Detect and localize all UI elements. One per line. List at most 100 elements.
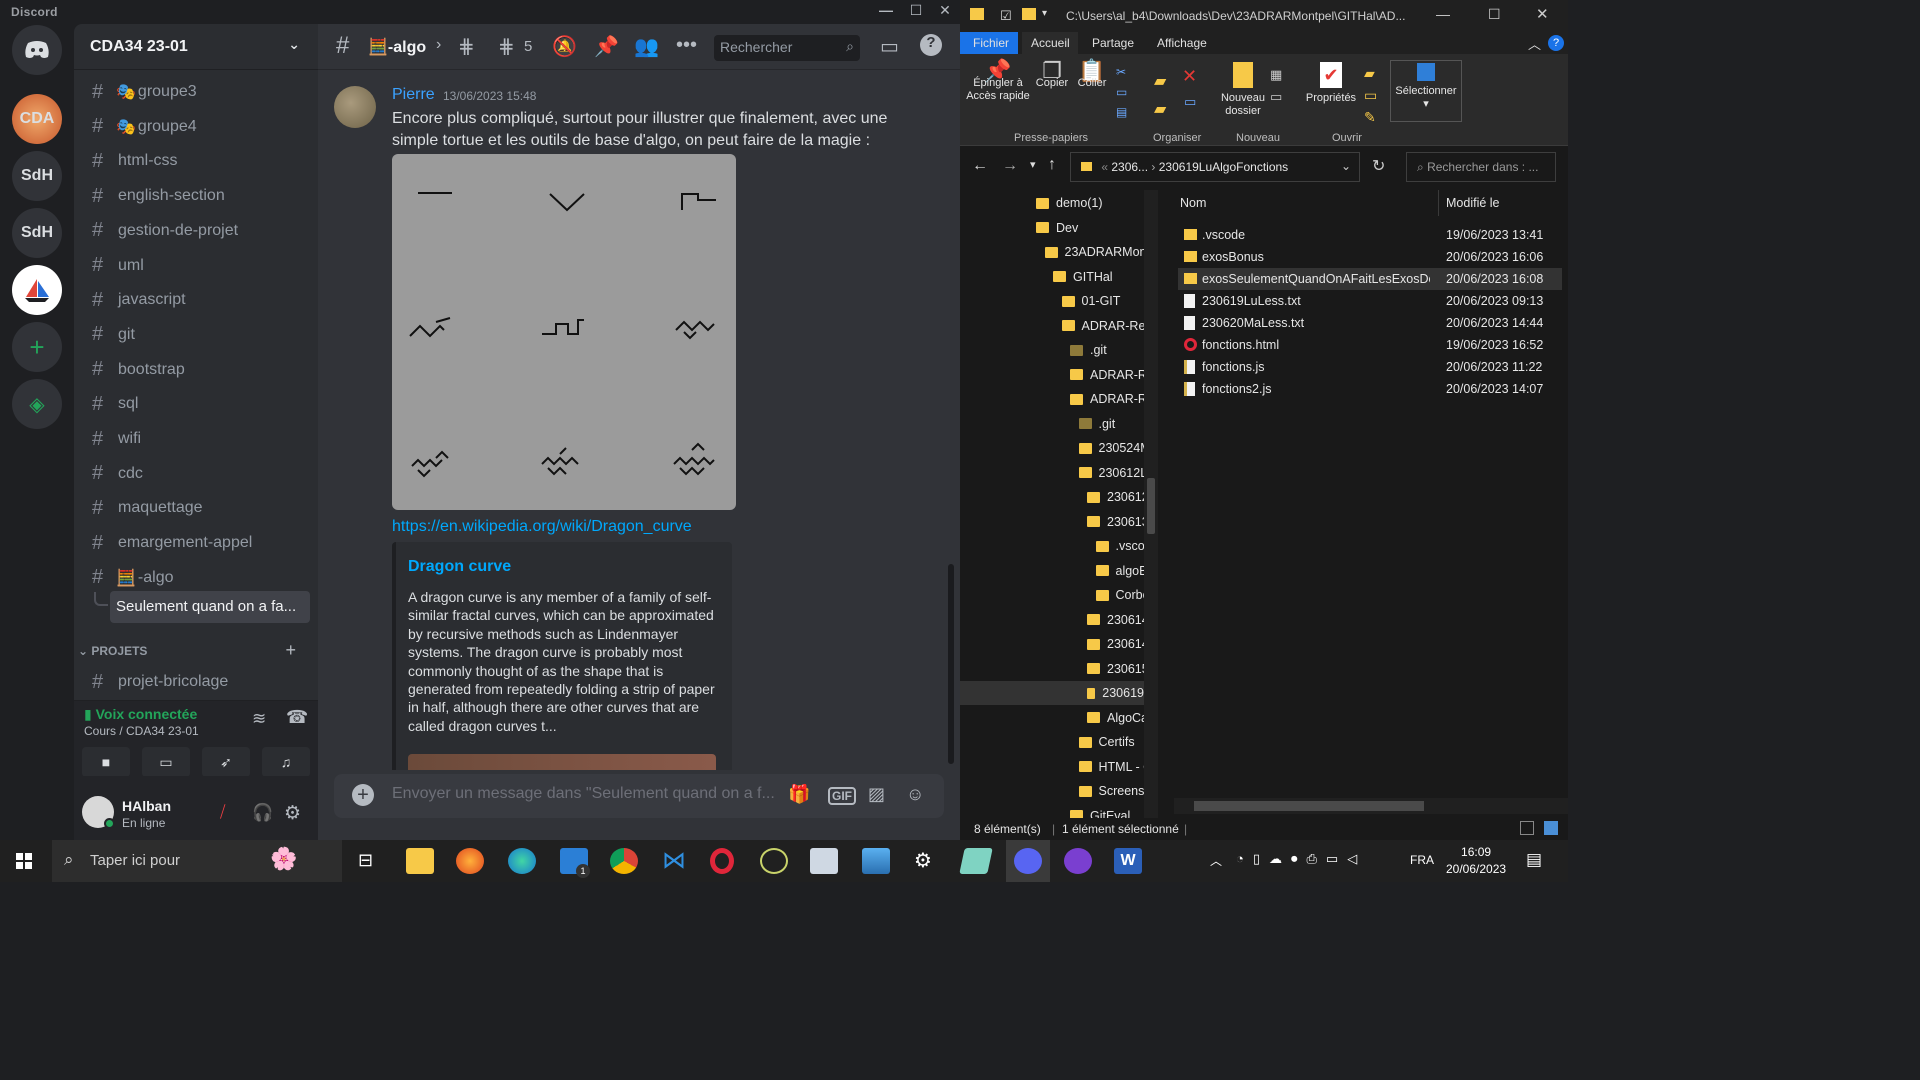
tree-item[interactable]: 230615: [1087, 657, 1144, 681]
help-icon[interactable]: ?: [1548, 35, 1564, 51]
tab-fichier[interactable]: Fichier: [973, 36, 1009, 50]
file-row[interactable]: .vscode 19/06/2023 13:41: [1178, 224, 1562, 246]
server-cda34-icon[interactable]: CDA: [12, 94, 62, 144]
user-name[interactable]: HAlban: [122, 798, 171, 814]
channel-item[interactable]: # git: [82, 319, 310, 351]
tree-item[interactable]: ADRAR-Rep: [1061, 314, 1144, 338]
server-sdh-2[interactable]: SdH: [12, 208, 62, 258]
open-icons[interactable]: ▰ ▭ ✎: [1364, 62, 1377, 128]
tree-item[interactable]: 230612L: [1078, 461, 1144, 485]
voice-channel-link[interactable]: Cours / CDA34 23-01: [84, 724, 199, 738]
up-arrow-icon[interactable]: ↑: [1048, 156, 1056, 174]
column-name[interactable]: Nom: [1180, 196, 1206, 210]
noise-suppression-icon[interactable]: ≋: [252, 709, 266, 729]
edge-taskbar-icon[interactable]: [508, 848, 536, 874]
sticker-icon[interactable]: ▨: [868, 784, 885, 805]
cut-copypath-icons[interactable]: ✂ ▭ ▤: [1116, 62, 1127, 122]
select-button[interactable]: Sélectionner ▾: [1390, 60, 1462, 122]
new-folder-button[interactable]: Nouveau dossier: [1216, 62, 1270, 118]
tree-item[interactable]: 23ADRARMont: [1044, 240, 1144, 264]
close-icon[interactable]: ✕: [931, 2, 959, 19]
windows-start-icon[interactable]: [16, 853, 32, 869]
emoji-icon[interactable]: ☺: [906, 784, 924, 805]
pin-icon[interactable]: 📌: [594, 34, 619, 59]
file-row[interactable]: fonctions2.js 20/06/2023 14:07: [1178, 378, 1562, 400]
thread-item[interactable]: Seulement quand on a fa...: [110, 591, 310, 623]
tree-item[interactable]: 230614: [1087, 632, 1144, 656]
copy-button[interactable]: ❐ Copier: [1032, 60, 1072, 90]
vscode-taskbar-icon[interactable]: ⋈: [660, 848, 688, 874]
mic-muted-icon[interactable]: ⧸: [220, 804, 225, 822]
file-row[interactable]: fonctions.html 19/06/2023 16:52: [1178, 334, 1562, 356]
chevron-up-icon[interactable]: ︿: [1210, 852, 1222, 869]
tree-item[interactable]: .vscoc: [1095, 534, 1144, 558]
breadcrumb-parent[interactable]: 2306...: [1111, 160, 1148, 174]
gif-button[interactable]: GIF: [828, 787, 856, 805]
tree-item[interactable]: Corbe: [1095, 583, 1144, 607]
more-options-icon[interactable]: •••: [676, 34, 697, 57]
close-icon[interactable]: ✕: [1536, 5, 1549, 23]
tab-partage[interactable]: Partage: [1092, 36, 1134, 50]
horizontal-scrollbar[interactable]: [1174, 798, 1568, 814]
file-explorer-taskbar-icon[interactable]: [406, 848, 434, 874]
message-composer[interactable]: + Envoyer un message dans "Seulement qua…: [334, 774, 944, 818]
tab-accueil[interactable]: Accueil: [1031, 36, 1070, 50]
pin-quick-access-button[interactable]: 📌 Épingler à Accès rapide: [964, 60, 1032, 103]
mail-taskbar-icon[interactable]: 1: [560, 848, 590, 878]
wikipedia-link[interactable]: https://en.wikipedia.org/wiki/Dragon_cur…: [392, 518, 692, 536]
column-modified[interactable]: Modifié le: [1446, 196, 1500, 210]
tray-icons[interactable]: ◔▯☁⏺⎙▭◁: [1236, 851, 1366, 867]
tree-item[interactable]: .git: [1070, 338, 1107, 362]
gift-icon[interactable]: 🎁: [788, 784, 810, 805]
add-server-icon[interactable]: +: [12, 322, 62, 372]
explorer-search-input[interactable]: ⌕ Rechercher dans : ...: [1406, 152, 1556, 182]
channel-item[interactable]: # maquettage: [82, 492, 310, 524]
tree-item[interactable]: 01-GIT: [1061, 289, 1120, 313]
embed-title[interactable]: Dragon curve: [408, 558, 511, 576]
properties-button[interactable]: ✔ Propriétés: [1304, 62, 1358, 105]
camera-icon[interactable]: ■: [82, 747, 130, 777]
discord-home-icon[interactable]: [12, 25, 62, 75]
maximize-icon[interactable]: ☐: [1488, 6, 1501, 23]
channel-item[interactable]: # 🧮 -algo: [82, 562, 310, 594]
channel-item[interactable]: # uml: [82, 250, 310, 282]
tiles-view-icon[interactable]: [1544, 821, 1558, 835]
tree-item[interactable]: ADRAR-Re: [1070, 363, 1144, 387]
word-taskbar-icon[interactable]: W: [1114, 848, 1142, 874]
tree-item[interactable]: Certifs: [1078, 730, 1135, 754]
disconnect-icon[interactable]: ☎: [286, 707, 308, 728]
channel-item[interactable]: # html-css: [82, 145, 310, 177]
explore-compass-icon[interactable]: ◈: [12, 379, 62, 429]
tree-item[interactable]: ADRAR-Re: [1070, 387, 1144, 411]
server-header[interactable]: CDA34 23-01 ⌄: [74, 24, 318, 70]
move-copy-to-icons[interactable]: ▰ ▰: [1154, 68, 1166, 124]
horizontal-scrollbar-thumb[interactable]: [1194, 801, 1424, 811]
file-row[interactable]: fonctions.js 20/06/2023 11:22: [1178, 356, 1562, 378]
breadcrumb-current[interactable]: 230619LuAlgoFonctions: [1159, 160, 1288, 174]
tree-item[interactable]: Dev: [1036, 216, 1078, 240]
photos-taskbar-icon[interactable]: [862, 848, 890, 874]
dragon-curve-image[interactable]: [392, 154, 736, 510]
chat-scrollbar[interactable]: [948, 564, 954, 764]
embed-thumbnail[interactable]: [408, 754, 716, 770]
minimize-icon[interactable]: —: [1436, 6, 1450, 22]
tab-affichage[interactable]: Affichage: [1157, 36, 1207, 50]
chevron-down-icon[interactable]: ⌄: [1341, 159, 1351, 173]
file-row[interactable]: exosSeulementQuandOnAFaitLesExosDe... 20/…: [1178, 268, 1562, 290]
collapse-ribbon-icon[interactable]: ︿: [1528, 34, 1541, 53]
minimize-icon[interactable]: —: [872, 2, 900, 18]
new-item-icons[interactable]: ▦ ▭: [1270, 64, 1282, 108]
channel-item[interactable]: # wifi: [82, 423, 310, 455]
recent-chevron-icon[interactable]: ▾: [1030, 158, 1036, 171]
firefox-taskbar-icon[interactable]: [456, 848, 484, 874]
chrome-taskbar-icon[interactable]: [610, 848, 638, 874]
language-indicator[interactable]: FRA: [1410, 853, 1434, 867]
task-view-icon[interactable]: ⊟: [358, 850, 373, 871]
tree-scrollbar[interactable]: [1144, 190, 1158, 818]
discord-taskbar-active[interactable]: [1006, 840, 1050, 882]
activity-rocket-icon[interactable]: ➶: [202, 747, 250, 777]
help-icon[interactable]: ?: [920, 34, 942, 56]
notes-taskbar-icon[interactable]: [959, 848, 993, 874]
tree-item[interactable]: 230613: [1087, 510, 1144, 534]
file-row[interactable]: 230620MaLess.txt 20/06/2023 14:44: [1178, 312, 1562, 334]
